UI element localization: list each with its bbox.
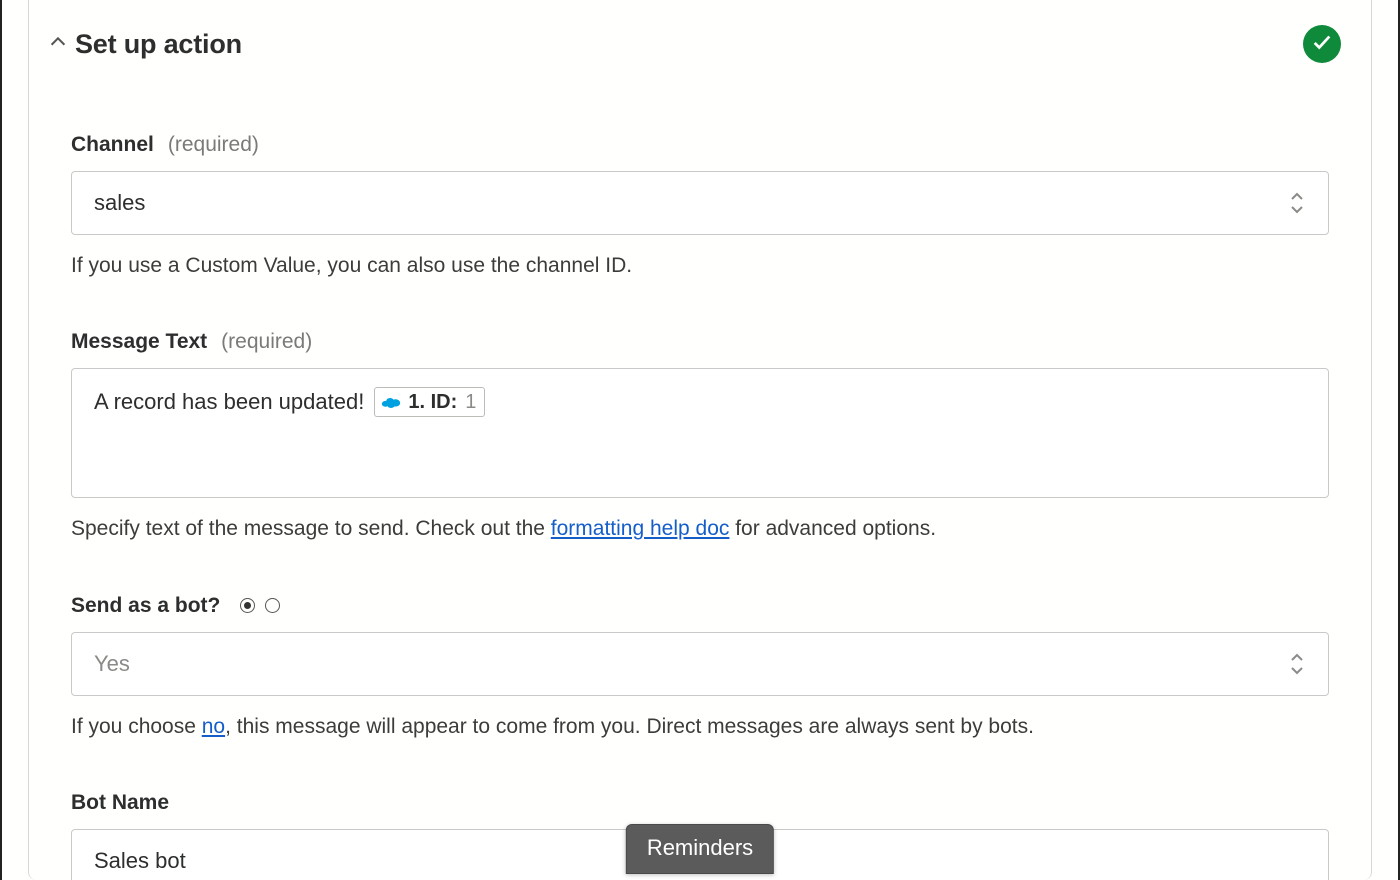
app-frame: Set up action Channel (required) sales bbox=[0, 0, 1400, 880]
channel-label: Channel bbox=[71, 133, 154, 157]
hint-text: If you choose bbox=[71, 715, 202, 738]
section-header: Set up action bbox=[29, 0, 1371, 63]
radio-option-1[interactable] bbox=[240, 598, 255, 613]
required-tag: (required) bbox=[168, 133, 259, 157]
field-channel: Channel (required) sales If you use a Cu… bbox=[71, 133, 1329, 280]
reminders-popup[interactable]: Reminders bbox=[626, 824, 774, 874]
hint-text: for advanced options. bbox=[729, 517, 936, 540]
check-icon bbox=[1311, 31, 1333, 58]
send-as-bot-select[interactable]: Yes bbox=[71, 632, 1329, 696]
radio-option-2[interactable] bbox=[265, 598, 280, 613]
message-text-label: Message Text bbox=[71, 330, 207, 354]
salesforce-icon bbox=[380, 394, 402, 410]
message-text-input[interactable]: A record has been updated! bbox=[71, 368, 1329, 498]
form-body: Channel (required) sales If you use a Cu… bbox=[29, 63, 1371, 880]
field-send-as-bot: Send as a bot? Yes If you choose no, thi… bbox=[71, 594, 1329, 741]
hint-text: Specify text of the message to send. Che… bbox=[71, 517, 551, 540]
message-text-hint: Specify text of the message to send. Che… bbox=[71, 514, 1329, 543]
hint-text: , this message will appear to come from … bbox=[225, 715, 1034, 738]
channel-select[interactable]: sales bbox=[71, 171, 1329, 235]
send-as-bot-value: Yes bbox=[94, 651, 130, 677]
label-row: Bot Name bbox=[71, 791, 1329, 815]
no-link[interactable]: no bbox=[202, 715, 225, 738]
select-arrows-icon bbox=[1290, 650, 1310, 678]
action-card: Set up action Channel (required) sales bbox=[28, 0, 1372, 880]
label-row: Message Text (required) bbox=[71, 330, 1329, 354]
formatting-help-link[interactable]: formatting help doc bbox=[551, 517, 730, 540]
channel-hint: If you use a Custom Value, you can also … bbox=[71, 251, 1329, 280]
label-row: Channel (required) bbox=[71, 133, 1329, 157]
required-tag: (required) bbox=[221, 330, 312, 354]
send-as-bot-label: Send as a bot? bbox=[71, 594, 220, 618]
pill-label: 1. ID: bbox=[408, 391, 457, 414]
select-arrows-icon bbox=[1290, 189, 1310, 217]
label-row: Send as a bot? bbox=[71, 594, 1329, 618]
channel-select-value: sales bbox=[94, 190, 145, 216]
send-as-bot-hint: If you choose no, this message will appe… bbox=[71, 712, 1329, 741]
chevron-up-icon bbox=[47, 31, 69, 58]
radio-pair bbox=[240, 598, 280, 613]
bot-name-label: Bot Name bbox=[71, 791, 169, 815]
message-text-content: A record has been updated! bbox=[94, 387, 364, 417]
pill-value: 1 bbox=[465, 391, 476, 414]
field-message-text: Message Text (required) A record has bee… bbox=[71, 330, 1329, 543]
collapse-toggle[interactable] bbox=[41, 27, 75, 61]
section-title: Set up action bbox=[75, 29, 242, 60]
mapped-field-pill[interactable]: 1. ID: 1 bbox=[374, 387, 485, 417]
status-complete-badge bbox=[1303, 25, 1341, 63]
